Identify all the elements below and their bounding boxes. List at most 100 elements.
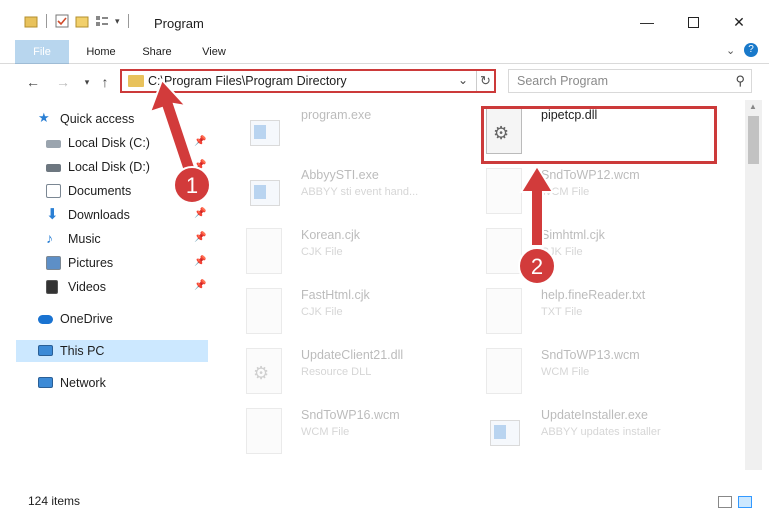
help-icon[interactable]: ?	[744, 43, 758, 57]
close-button[interactable]: ✕	[716, 8, 762, 36]
file-icon	[486, 228, 522, 274]
file-icon	[246, 408, 282, 454]
properties-icon[interactable]	[55, 14, 69, 28]
sidebar-item-music[interactable]: ♪ Music 📌	[0, 228, 210, 250]
sidebar-item-label: This PC	[60, 344, 105, 358]
sidebar-item-local-disk-d[interactable]: Local Disk (D:) 📌	[0, 156, 210, 178]
pin-icon[interactable]: 📌	[194, 256, 206, 267]
file-type: Resource DLL	[301, 366, 372, 378]
sidebar-item-label: Downloads	[68, 208, 130, 222]
back-arrow-icon[interactable]: ←	[24, 72, 42, 92]
download-icon: ⬇	[46, 206, 59, 223]
file-item[interactable]: SndToWP16.wcm WCM File	[221, 400, 461, 460]
sidebar-item-label: Pictures	[68, 256, 114, 270]
file-item[interactable]: AbbyySTI.exe ABBYY sti event hand...	[221, 160, 461, 220]
file-item[interactable]: FastHtml.cjk CJK File	[221, 280, 461, 340]
sidebar-item-quick-access[interactable]: ★ Quick access	[0, 108, 210, 130]
file-name: UpdateInstaller.exe	[541, 408, 649, 422]
network-icon	[38, 377, 53, 388]
navigation-pane: ★ Quick access Local Disk (C:) 📌 Local D…	[0, 100, 210, 480]
sidebar-item-downloads[interactable]: ⬇ Downloads 📌	[0, 204, 210, 226]
file-icon	[246, 228, 282, 274]
sidebar-item-videos[interactable]: Videos 📌	[0, 276, 210, 298]
file-name: help.fineReader.txt	[541, 288, 646, 302]
file-name: SndToWP13.wcm	[541, 348, 640, 362]
search-icon[interactable]: ⚲	[735, 73, 745, 89]
chevron-down-icon[interactable]: ⌄	[726, 44, 735, 57]
folder-icon[interactable]	[24, 14, 38, 28]
videos-icon	[46, 280, 58, 294]
pin-icon[interactable]: 📌	[194, 280, 206, 291]
maximize-icon	[687, 16, 699, 28]
quick-access-toolbar: ▾	[24, 14, 131, 28]
sidebar-item-onedrive[interactable]: OneDrive	[0, 308, 210, 330]
file-type: ABBYY sti event hand...	[301, 186, 419, 198]
pictures-icon	[46, 256, 61, 270]
toolbar-divider	[127, 14, 129, 28]
pin-icon[interactable]: 📌	[194, 160, 206, 171]
pin-icon[interactable]: 📌	[194, 136, 206, 147]
file-item[interactable]: UpdateClient21.dll Resource DLL	[221, 340, 461, 400]
file-icon	[246, 288, 282, 334]
address-bar[interactable]: C:\Program Files\Program Directory ⌄ ↻	[120, 69, 496, 93]
tab-view[interactable]: View	[192, 40, 236, 64]
sidebar-item-label: Quick access	[60, 112, 135, 126]
file-type: WCM File	[301, 426, 350, 438]
new-folder-icon[interactable]	[75, 14, 89, 28]
file-icon	[486, 288, 522, 334]
large-icons-view-icon[interactable]	[738, 496, 752, 508]
pin-icon[interactable]: 📌	[194, 184, 206, 195]
exe-icon	[486, 408, 522, 454]
cloud-icon	[38, 315, 53, 324]
window-title: Program	[154, 16, 204, 31]
sidebar-item-documents[interactable]: Documents 📌	[0, 180, 210, 202]
forward-arrow-icon[interactable]: →	[54, 72, 72, 92]
pin-icon[interactable]: 📌	[194, 232, 206, 243]
view-options-icon[interactable]	[95, 14, 109, 28]
tab-home[interactable]: Home	[78, 40, 124, 64]
file-type: CJK File	[301, 306, 343, 318]
file-item[interactable]: UpdateInstaller.exe ABBYY updates instal…	[461, 400, 701, 460]
file-name: AbbyySTI.exe	[301, 168, 379, 182]
file-item[interactable]: help.fineReader.txt TXT File	[461, 280, 701, 340]
tab-share[interactable]: Share	[134, 40, 180, 64]
file-type: CJK File	[301, 246, 343, 258]
pin-icon[interactable]: 📌	[194, 208, 206, 219]
file-item[interactable]: Korean.cjk CJK File	[221, 220, 461, 280]
navigation-bar: ← → ▾ ↑ C:\Program Files\Program Directo…	[0, 64, 769, 100]
scrollbar-thumb[interactable]	[748, 116, 759, 164]
status-bar: 124 items	[0, 488, 769, 514]
up-arrow-icon[interactable]: ↑	[96, 72, 114, 92]
sidebar-item-pictures[interactable]: Pictures 📌	[0, 252, 210, 274]
sidebar-item-local-disk-c[interactable]: Local Disk (C:) 📌	[0, 132, 210, 154]
recent-locations-icon[interactable]: ▾	[78, 72, 96, 92]
minimize-button[interactable]: —	[624, 8, 670, 36]
file-item[interactable]: program.exe	[221, 100, 461, 160]
file-item[interactable]: Simhtml.cjk CJK File	[461, 220, 701, 280]
scroll-up-icon[interactable]: ▲	[749, 102, 757, 111]
sidebar-item-this-pc[interactable]: This PC	[16, 340, 208, 362]
file-item[interactable]: SndToWP13.wcm WCM File	[461, 340, 701, 400]
file-icon	[486, 168, 522, 214]
file-type: CJK File	[541, 246, 583, 258]
refresh-icon[interactable]: ↻	[476, 71, 494, 91]
sidebar-item-label: Music	[68, 232, 101, 246]
drive-icon	[46, 164, 61, 172]
sidebar-item-label: Local Disk (D:)	[68, 160, 150, 174]
sidebar-item-network[interactable]: Network	[0, 372, 210, 394]
exe-icon	[246, 108, 282, 154]
file-type: WCM File	[541, 186, 590, 198]
search-box[interactable]: Search Program ⚲	[508, 69, 752, 93]
sidebar-item-label: OneDrive	[60, 312, 113, 326]
toolbar-divider	[46, 14, 47, 28]
file-item[interactable]: SndToWP12.wcm WCM File	[461, 160, 701, 220]
details-view-icon[interactable]	[718, 496, 732, 508]
search-input[interactable]: Search Program	[517, 74, 608, 88]
customize-toolbar-icon[interactable]: ▾	[115, 16, 120, 27]
vertical-scrollbar[interactable]: ▲	[745, 100, 762, 470]
dll-gear-icon	[246, 348, 282, 394]
address-path[interactable]: C:\Program Files\Program Directory	[148, 74, 347, 88]
chevron-down-icon[interactable]: ⌄	[458, 73, 468, 87]
maximize-button[interactable]	[670, 8, 716, 36]
file-name: UpdateClient21.dll	[301, 348, 404, 362]
